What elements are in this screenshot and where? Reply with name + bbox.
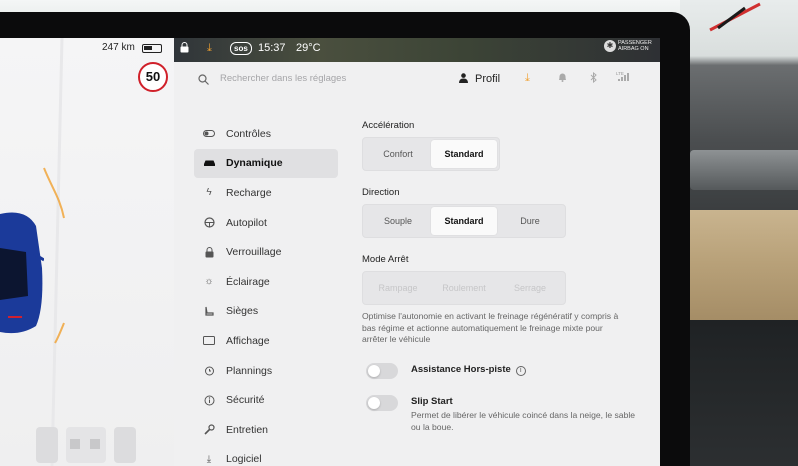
driving-visualization: 247 km 50 [0,38,174,466]
nav-label: Logiciel [226,453,262,466]
nav-label: Autopilot [226,216,267,229]
slip-start-toggle[interactable] [366,395,398,411]
direction-option-dure[interactable]: Dure [497,207,563,235]
person-icon [459,73,468,83]
dashboard-lower [684,320,798,466]
direction-label: Direction [362,187,400,198]
stop-mode-option-roulement: Roulement [442,283,486,293]
direction-selector: Souple Standard Dure [362,204,566,238]
nav-label: Verrouillage [226,246,282,259]
direction-option-souple[interactable]: Souple [365,207,431,235]
dynamique-settings: Accélération Confort Standard Direction … [362,120,642,346]
sos-button[interactable]: sos [230,42,252,55]
slip-start-description: Permet de libérer le véhicule coincé dan… [411,410,636,432]
nav-item-logiciel[interactable]: ⤓ Logiciel [194,445,338,466]
info-icon[interactable]: i [515,366,526,376]
scooter-outside [709,2,761,32]
nav-item-recharge[interactable]: ϟ Recharge [194,178,338,208]
nav-label: Contrôles [226,127,271,140]
nav-label: Plannings [226,364,273,377]
download-icon[interactable]: ⤓ [525,72,530,85]
seat-icon [202,304,216,318]
acceleration-option-standard[interactable]: Standard [431,140,497,168]
offroad-assist-title: Assistance Hors-piste i [411,364,526,376]
acceleration-label: Accélération [362,120,415,131]
profile-label: Profil [475,73,501,85]
display-icon [202,334,216,348]
lock-icon [202,245,216,259]
alarm-clock-icon [202,364,216,378]
search-icon [198,74,209,85]
battery-icon [142,44,162,53]
nav-item-dynamique[interactable]: Dynamique [194,148,338,179]
download-icon: ⤓ [206,453,212,465]
steering-wheel-icon [202,216,216,230]
nav-item-entretien[interactable]: Entretien [194,415,338,445]
settings-nav: Contrôles Dynamique ϟ Recharge Autopilot… [194,119,338,466]
sun-icon: ☼ [204,276,214,288]
speed-limit-sign: 50 [138,62,168,92]
outside-temperature: 29°C [296,42,321,54]
nav-item-sieges[interactable]: Sièges [194,297,338,327]
airbag-line-2: AIRBAG ON [618,46,649,52]
nav-item-securite[interactable]: Sécurité [194,385,338,415]
nav-item-plannings[interactable]: Plannings [194,356,338,386]
profile-button[interactable]: Profil [459,73,500,85]
wood-dash-trim [684,210,798,320]
acceleration-selector: Confort Standard [362,137,500,171]
settings-header: Profil ⤓ LTE [174,62,660,98]
info-circle-icon [202,393,216,407]
passenger-airbag-indicator: ✱ PASSENGER AIRBAG ON [604,40,658,52]
nav-label: Recharge [226,186,272,199]
nav-item-eclairage[interactable]: ☼ Éclairage [194,267,338,297]
nav-label: Éclairage [226,275,270,288]
bell-icon[interactable] [558,72,567,85]
nav-label: Entretien [226,423,269,436]
nav-item-verrouillage[interactable]: Verrouillage [194,237,338,267]
clock: 15:37 [258,42,286,54]
wrench-icon [202,423,216,437]
lte-label: LTE [616,71,624,76]
stop-mode-label: Mode Arrêt [362,254,409,265]
bluetooth-icon[interactable] [590,71,597,86]
range-readout: 247 km [102,42,135,53]
seat-map-thumbnail [36,427,136,463]
bolt-icon: ϟ [206,187,212,199]
nav-item-autopilot[interactable]: Autopilot [194,208,338,238]
nav-item-controles[interactable]: Contrôles [194,119,338,149]
direction-option-standard[interactable]: Standard [431,207,497,235]
passenger-airbag-icon: ✱ [604,40,616,52]
stop-mode-description: Optimise l'autonomie en activant le frei… [362,311,619,344]
nav-label: Sièges [226,305,259,318]
acceleration-option-confort[interactable]: Confort [365,140,431,168]
air-vent [690,150,798,190]
stop-mode-selector: Rampage Roulement Serrage [362,271,566,305]
lock-icon[interactable] [180,42,189,56]
nav-label: Dynamique [226,157,283,170]
stop-mode-option-serrage: Serrage [513,283,547,293]
status-bar: ⤓ sos 15:37 29°C ✱ PASSENGER AIRBAG ON [174,38,660,62]
download-icon[interactable]: ⤓ [207,42,212,55]
settings-search-input[interactable] [220,73,420,84]
car-icon [202,156,216,170]
nav-item-affichage[interactable]: Affichage [194,326,338,356]
toggle-icon [202,127,216,141]
car-top-view [0,212,44,334]
offroad-assist-toggle[interactable] [366,363,398,379]
lte-signal-icon: LTE [616,70,632,85]
nav-label: Sécurité [226,394,265,407]
nav-label: Affichage [226,334,270,347]
settings-panel: Profil ⤓ LTE Contrôles Dynamique ϟ Recha… [174,62,660,466]
stop-mode-option-rampage: Rampage [378,283,418,293]
offroad-assist-label: Assistance Hors-piste [411,364,511,375]
slip-start-title: Slip Start [411,396,453,407]
